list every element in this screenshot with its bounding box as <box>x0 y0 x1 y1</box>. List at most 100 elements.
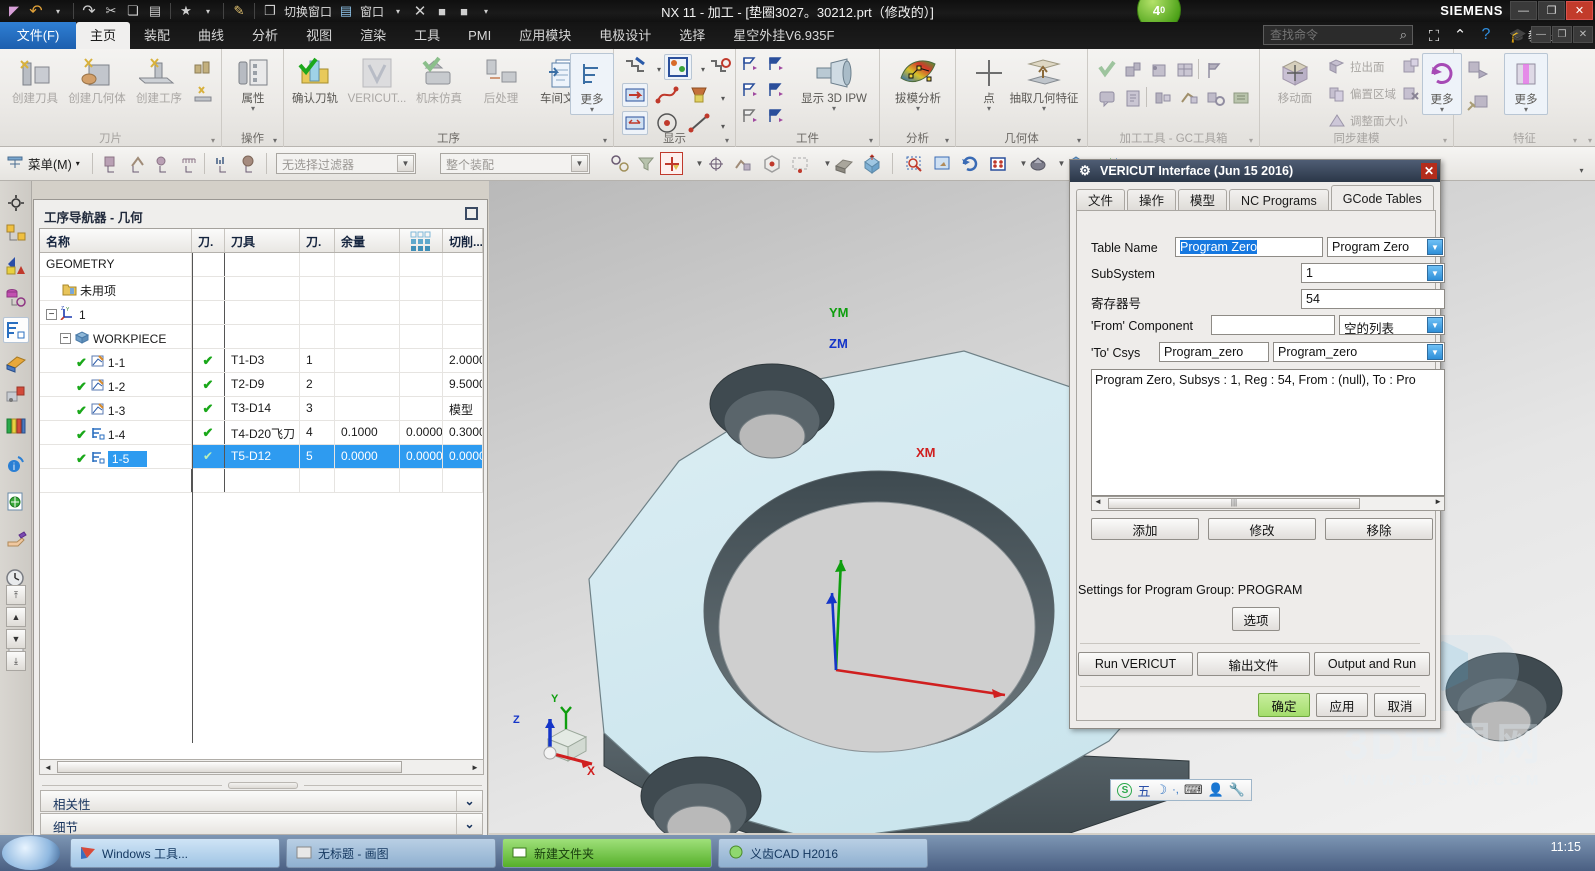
feature-boss-icon[interactable] <box>1464 57 1494 83</box>
display-toolpath-icon[interactable] <box>622 54 648 80</box>
switch-window-icon[interactable]: ❒ <box>260 2 280 21</box>
from-component-dropdown[interactable]: 空的列表 ▼ <box>1339 315 1445 336</box>
ime-settings-icon[interactable]: 🔧 <box>1229 782 1245 798</box>
search-input[interactable] <box>1263 25 1413 45</box>
taskbar-item-3[interactable]: 义齿CAD H2016 <box>718 838 928 868</box>
chevron-up-icon[interactable]: ⌃ <box>1449 25 1471 45</box>
to-csys-dropdown[interactable]: Program_zero ▼ <box>1273 342 1445 362</box>
rectangle-select-icon[interactable] <box>788 152 811 175</box>
gc-misc-icon[interactable] <box>1230 87 1252 109</box>
tab-analysis[interactable]: 分析 <box>238 22 292 49</box>
extract-geometry-button[interactable]: 抽取几何特征 ▾ <box>1004 53 1084 113</box>
pin-panel-icon[interactable] <box>465 207 478 220</box>
gc-comment-icon[interactable] <box>1096 87 1118 109</box>
start-button[interactable] <box>2 836 60 870</box>
chevron-down-icon[interactable]: ▼ <box>1427 239 1443 255</box>
feature-pocket-icon[interactable] <box>1464 89 1494 115</box>
group-dialog-launcher-icon[interactable]: ▾ <box>1443 136 1447 145</box>
show-3d-ipw-caret-icon[interactable]: ▾ <box>792 105 876 113</box>
copy-face-icon[interactable] <box>1400 55 1422 77</box>
pull-face-label[interactable]: 拉出面 <box>1350 59 1385 75</box>
render-style-icon[interactable] <box>1026 152 1049 175</box>
assembly-navigator-icon[interactable] <box>3 221 29 247</box>
panel-vertical-scroll[interactable]: ⤒ ▲ ▼ ⤓ <box>6 585 26 735</box>
draft-analysis-caret-icon[interactable]: ▾ <box>887 105 949 113</box>
draft-analysis-button[interactable]: 拔模分析 ▾ <box>887 53 949 113</box>
select-point-icon[interactable] <box>152 152 175 175</box>
gc-flag-icon[interactable] <box>1204 59 1226 81</box>
group-dialog-launcher-icon[interactable]: ▾ <box>869 136 873 145</box>
run-vericut-button[interactable]: Run VERICUT <box>1078 652 1193 676</box>
dynamic-wcs-icon[interactable] <box>730 152 753 175</box>
chevron-down-icon[interactable]: ▼ <box>1427 265 1443 281</box>
table-row[interactable]: ✔ 1-5 ✔ T5-D12 5 0.0000 0.0000 0.0000 <box>40 445 483 469</box>
more-features-button[interactable]: 更多 ▾ <box>1504 53 1548 115</box>
ime-toolbar[interactable]: S 五 ☽ ·, ⌨ 👤 🔧 <box>1110 779 1252 801</box>
column-header-stock[interactable]: 余量 <box>335 229 400 252</box>
sogou-logo-icon[interactable]: S <box>1117 782 1133 798</box>
verify-toolpath-button[interactable]: 确认刀轨 <box>284 53 346 105</box>
column-header-tool[interactable]: 刀具 <box>225 229 300 252</box>
replay-toolpath-icon[interactable] <box>664 54 692 80</box>
column-header-name[interactable]: 名称 <box>40 229 192 252</box>
view-orientation-triad[interactable] <box>520 691 610 771</box>
cut-icon[interactable]: ✂ <box>101 2 121 21</box>
workpiece-small-icon[interactable] <box>192 83 214 105</box>
scrollbar-thumb[interactable]: ||| <box>1108 498 1360 509</box>
group-dialog-launcher-icon[interactable]: ▾ <box>1573 136 1577 145</box>
tab-file[interactable]: 文件 <box>1076 189 1126 211</box>
ok-button[interactable]: 确定 <box>1258 693 1310 717</box>
delete-face-icon[interactable] <box>1400 82 1422 104</box>
remove-button[interactable]: 移除 <box>1325 518 1433 540</box>
close-button[interactable]: ✕ <box>1566 1 1593 20</box>
cancel-button[interactable]: 取消 <box>1374 693 1426 717</box>
taskbar-item-2[interactable]: 新建文件夹 <box>502 838 712 868</box>
table-row[interactable]: ✔ 1-2 ✔ T2-D9 2 9.5000 <box>40 373 483 397</box>
listbox-horizontal-scrollbar[interactable]: ◄ ||| ► <box>1091 496 1445 511</box>
tab-pmi[interactable]: PMI <box>454 22 505 49</box>
target-icon[interactable] <box>3 190 29 216</box>
group-dialog-launcher-icon[interactable]: ▾ <box>603 136 607 145</box>
more-features-caret-icon[interactable]: ▾ <box>1505 106 1547 114</box>
tab-gcode-tables[interactable]: GCode Tables <box>1330 185 1434 211</box>
dialog-title-bar[interactable]: ⚙ VERICUT Interface (Jun 15 2016) ✕ <box>1070 160 1440 182</box>
tab-view[interactable]: 视图 <box>292 22 346 49</box>
window-caret-icon[interactable]: ▾ <box>388 2 408 21</box>
toolpath-direction-icon[interactable] <box>622 83 648 107</box>
close-icon[interactable]: ✕ <box>1421 163 1437 179</box>
tab-render[interactable]: 渲染 <box>346 22 400 49</box>
selbar-overflow-icon[interactable]: ▾ <box>1570 159 1593 182</box>
move-face-button[interactable]: 移动面 <box>1264 53 1326 105</box>
create-geometry-button[interactable]: 创建几何体 <box>66 53 128 105</box>
gc-tool-icon[interactable] <box>1122 59 1144 81</box>
minimize-button[interactable]: — <box>1510 1 1537 20</box>
gc-transform-icon[interactable] <box>1178 87 1200 109</box>
paint-icon[interactable]: ✎ <box>229 2 249 21</box>
toolpath-point-icon[interactable] <box>708 54 732 80</box>
help-icon[interactable]: ? <box>1475 25 1497 45</box>
wcs-icon[interactable] <box>704 152 727 175</box>
gc-probe-icon[interactable] <box>1204 87 1226 109</box>
shaded-body-icon[interactable] <box>832 152 855 175</box>
switch-window-label[interactable]: 切换窗口 <box>282 3 334 20</box>
overflow-icon[interactable]: ▾ <box>476 2 496 21</box>
internet-explorer-icon[interactable]: i <box>3 451 29 477</box>
chevron-down-icon[interactable]: ▼ <box>1427 344 1443 360</box>
shade2-icon[interactable]: ■ <box>454 2 474 21</box>
chevron-down-icon[interactable]: ▼ <box>1427 317 1443 333</box>
pull-face-icon[interactable] <box>1326 55 1348 77</box>
snap-filter-icon[interactable] <box>634 152 657 175</box>
resize-face-label[interactable]: 调整面大小 <box>1350 113 1408 129</box>
taskbar-item-1[interactable]: 无标题 - 画图 <box>286 838 496 868</box>
group-dialog-launcher-icon[interactable]: ▾ <box>273 136 277 145</box>
history-hand-icon[interactable] <box>3 527 29 553</box>
add-button[interactable]: 添加 <box>1091 518 1199 540</box>
undo-icon[interactable]: ↶ <box>26 2 46 21</box>
maximize-button[interactable]: ❐ <box>1538 1 1565 20</box>
scroll-left-arrow-icon[interactable]: ◄ <box>41 761 55 773</box>
create-tool-button[interactable]: 创建刀具 <box>4 53 66 105</box>
group-dialog-launcher-icon[interactable]: ▾ <box>1249 136 1253 145</box>
machine-simulation-button[interactable]: 机床仿真 <box>408 53 470 105</box>
accordion-relations[interactable]: 相关性 ⌄ <box>40 790 483 812</box>
table-row[interactable]: 未用项 <box>40 277 483 301</box>
